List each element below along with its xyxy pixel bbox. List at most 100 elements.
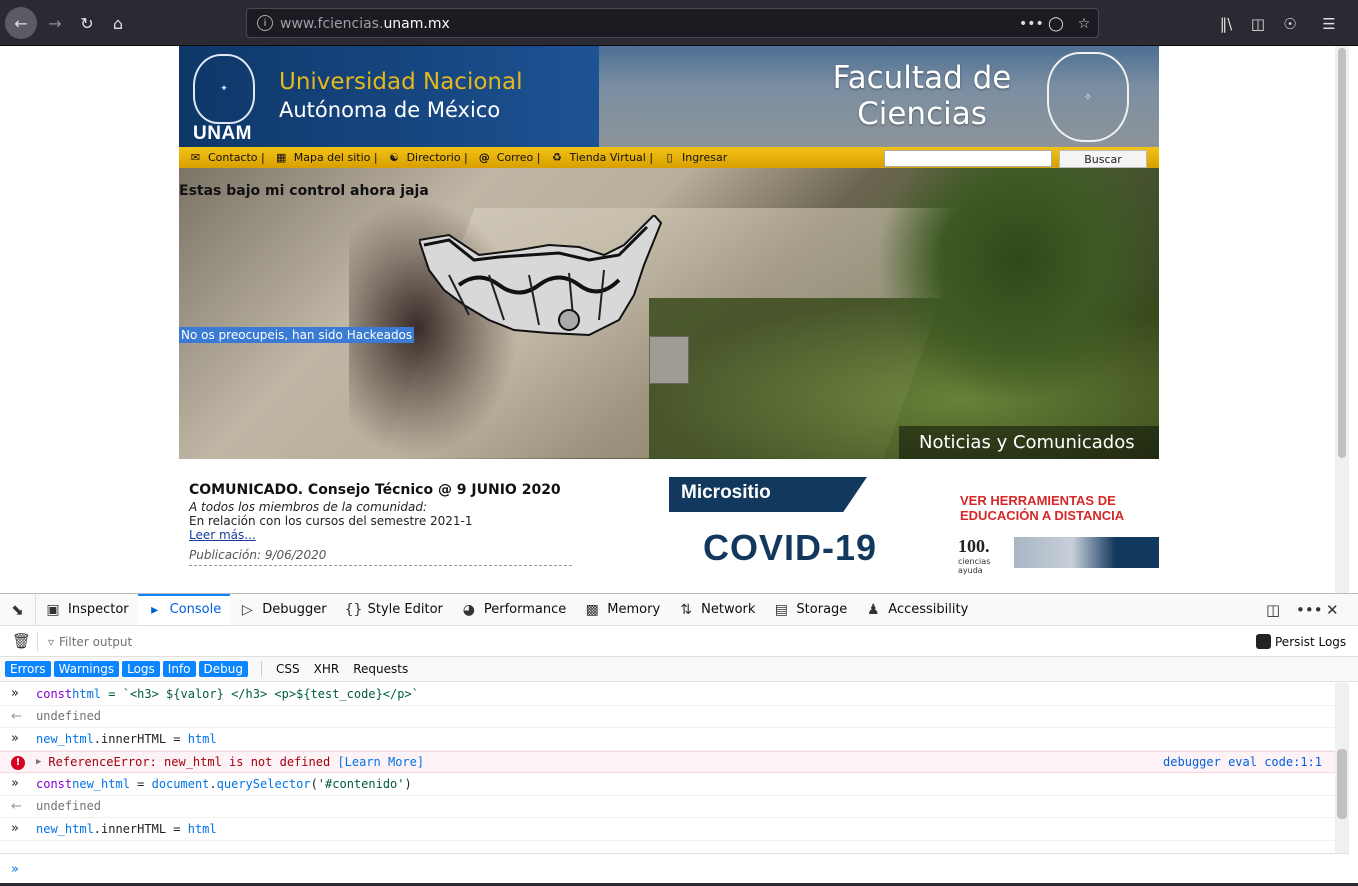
nav-contacto[interactable]: ✉ Contacto | <box>188 151 265 164</box>
filter-debug[interactable]: Debug <box>198 661 248 677</box>
input-prompt-icon: » <box>11 821 19 836</box>
command-prompt-icon: » <box>11 862 19 877</box>
tab-style-editor[interactable]: {} Style Editor <box>336 594 452 625</box>
news-title[interactable]: COMUNICADO. Consejo Técnico @ 9 JUNIO 20… <box>189 482 573 498</box>
nav-mapa[interactable]: ▦ Mapa del sitio | <box>274 151 378 164</box>
hamburger-menu-icon[interactable]: ☰ <box>1318 13 1340 35</box>
read-more-link[interactable]: Leer más... <box>189 528 256 542</box>
page-viewport: ✦ UNAM Universidad Nacional Autónoma de … <box>0 46 1349 593</box>
console-command-input[interactable]: » <box>0 853 1349 886</box>
expand-triangle-icon[interactable]: ▶ <box>36 757 41 767</box>
devtools-menu-icon[interactable]: ••• <box>1296 601 1323 619</box>
search-button[interactable]: Buscar <box>1059 150 1147 168</box>
reload-button[interactable]: ↻ <box>72 8 102 38</box>
tab-inspector[interactable]: ▣ Inspector <box>36 594 138 625</box>
info-icon[interactable]: i <box>257 15 273 31</box>
result-arrow-icon: ← <box>11 798 22 814</box>
sitemap-icon: ▦ <box>276 151 287 164</box>
filter-warnings[interactable]: Warnings <box>53 661 120 677</box>
news-body: En relación con los cursos del semestre … <box>189 514 473 528</box>
arrow-right-icon: → <box>48 13 62 33</box>
filter-output-input[interactable]: ▿ Filter output <box>48 632 648 651</box>
dock-icon[interactable]: ◫ <box>1266 601 1280 619</box>
hacker-hand-logo-icon <box>417 213 664 343</box>
nav-tienda[interactable]: ♻ Tienda Virtual | <box>550 151 653 164</box>
nav-ingresar[interactable]: ▯ Ingresar <box>662 151 728 164</box>
university-name-line1: Universidad Nacional <box>279 69 523 95</box>
page-actions-icon[interactable]: ••• <box>1019 15 1044 33</box>
library-icon[interactable]: ‖\ <box>1215 13 1237 35</box>
devtools-panel: ⬊ ▣ Inspector ▸ Console ▷ Debugger {} Style … <box>0 593 1358 886</box>
url-text[interactable]: www.fciencias.unam.mx <box>280 16 450 32</box>
learn-more-link[interactable]: [Learn More] <box>337 755 424 769</box>
nav-correo[interactable]: @ Correo | <box>477 151 541 164</box>
error-source-link[interactable]: debugger eval code:1:1 <box>1163 755 1322 769</box>
filter-requests[interactable]: Requests <box>347 661 414 677</box>
hack-title: Estas bajo mi control ahora jaja <box>179 183 429 199</box>
covid-banner[interactable]: Micrositio COVID-19 <box>669 477 945 577</box>
console-input-line[interactable]: » new_html .innerHTML = html <box>0 728 1335 751</box>
nav-directorio[interactable]: ☯ Directorio | <box>387 151 468 164</box>
console-result-line: ← undefined <box>0 706 1335 728</box>
filter-css[interactable]: CSS <box>270 661 306 677</box>
console-icon: ▸ <box>151 601 159 618</box>
ciencias-ayuda-logo: 100. ciencias ayuda <box>958 536 1012 575</box>
filter-xhr[interactable]: XHR <box>308 661 346 677</box>
tab-debugger[interactable]: ▷ Debugger <box>230 594 335 625</box>
site-search-input[interactable] <box>884 150 1052 167</box>
persist-logs-checkbox[interactable]: Persist Logs <box>1256 634 1346 649</box>
console-scroll-thumb[interactable] <box>1337 749 1347 819</box>
style-editor-icon: {} <box>344 601 363 618</box>
error-icon: ! <box>11 755 25 770</box>
site-header: ✦ UNAM Universidad Nacional Autónoma de … <box>179 46 1159 147</box>
page-scroll-thumb[interactable] <box>1338 48 1346 458</box>
console-input-line[interactable]: » const new_html = document. querySelector… <box>0 773 1335 796</box>
login-icon: ▯ <box>666 151 673 164</box>
tab-memory[interactable]: ▩ Memory <box>575 594 669 625</box>
close-icon[interactable]: ✕ <box>1326 601 1339 619</box>
console-input-line[interactable]: » const html = `<h3> ${valor} </h3> <p>${… <box>0 683 1335 706</box>
inspector-icon: ▣ <box>46 601 60 618</box>
site-nav: ✉ Contacto | ▦ Mapa del sitio | ☯ Directori… <box>179 147 1159 168</box>
tab-storage[interactable]: ▤ Storage <box>764 594 856 625</box>
tab-network[interactable]: ⇅ Network <box>669 594 764 625</box>
home-button[interactable]: ⌂ <box>103 8 133 38</box>
filter-info[interactable]: Info <box>162 661 196 677</box>
console-output: » const html = `<h3> ${valor} </h3> <p>${… <box>0 683 1335 853</box>
devtools-tabbar: ⬊ ▣ Inspector ▸ Console ▷ Debugger {} Style … <box>0 594 1358 626</box>
education-banner[interactable]: VER HERRAMIENTAS DE EDUCACIÓN A DISTANCI… <box>946 477 1159 577</box>
account-icon[interactable]: ☉ <box>1279 13 1301 35</box>
storage-icon: ▤ <box>774 601 789 618</box>
element-picker-icon[interactable]: ⬊ <box>0 594 36 625</box>
store-icon: ♻ <box>552 151 562 164</box>
hero-banner: Estas bajo mi control ahora jaja No os p… <box>179 168 1159 459</box>
console-error-line[interactable]: ! ▶ ReferenceError: new_html is not define… <box>0 750 1335 773</box>
filter-errors[interactable]: Errors <box>5 661 51 677</box>
reload-icon: ↻ <box>80 13 94 33</box>
at-icon: @ <box>478 151 490 164</box>
bookmark-star-icon[interactable]: ☆ <box>1075 15 1093 33</box>
faculty-shield-icon: ✧ <box>1047 52 1129 142</box>
forward-button[interactable]: → <box>40 8 70 38</box>
tab-accessibility[interactable]: ♟ Accessibility <box>856 594 977 625</box>
console-input-line[interactable]: » new_html .innerHTML = html <box>0 818 1335 841</box>
input-prompt-icon: » <box>11 776 19 791</box>
filter-logs[interactable]: Logs <box>122 661 160 677</box>
unam-label: UNAM <box>193 123 252 144</box>
noticias-link[interactable]: Noticias y Comunicados <box>899 426 1159 459</box>
sidebar-icon[interactable]: ◫ <box>1247 13 1269 35</box>
tab-performance[interactable]: ◕ Performance <box>452 594 575 625</box>
news-date: Publicación: 9/06/2020 <box>189 548 572 566</box>
home-icon: ⌂ <box>112 13 124 33</box>
trash-icon[interactable]: 🗑 <box>12 632 31 650</box>
back-button[interactable]: ← <box>5 7 37 39</box>
performance-icon: ◕ <box>462 601 475 618</box>
url-bar[interactable]: i www.fciencias.unam.mx ••• ◯ ☆ <box>246 8 1099 38</box>
level-divider <box>260 661 262 677</box>
console-scrollbar[interactable] <box>1335 683 1349 853</box>
page-scrollbar[interactable] <box>1335 46 1349 593</box>
tab-console[interactable]: ▸ Console <box>137 594 231 625</box>
network-icon: ⇅ <box>680 601 692 618</box>
hero-stone-shape <box>649 336 689 384</box>
pocket-icon[interactable]: ◯ <box>1047 15 1065 33</box>
